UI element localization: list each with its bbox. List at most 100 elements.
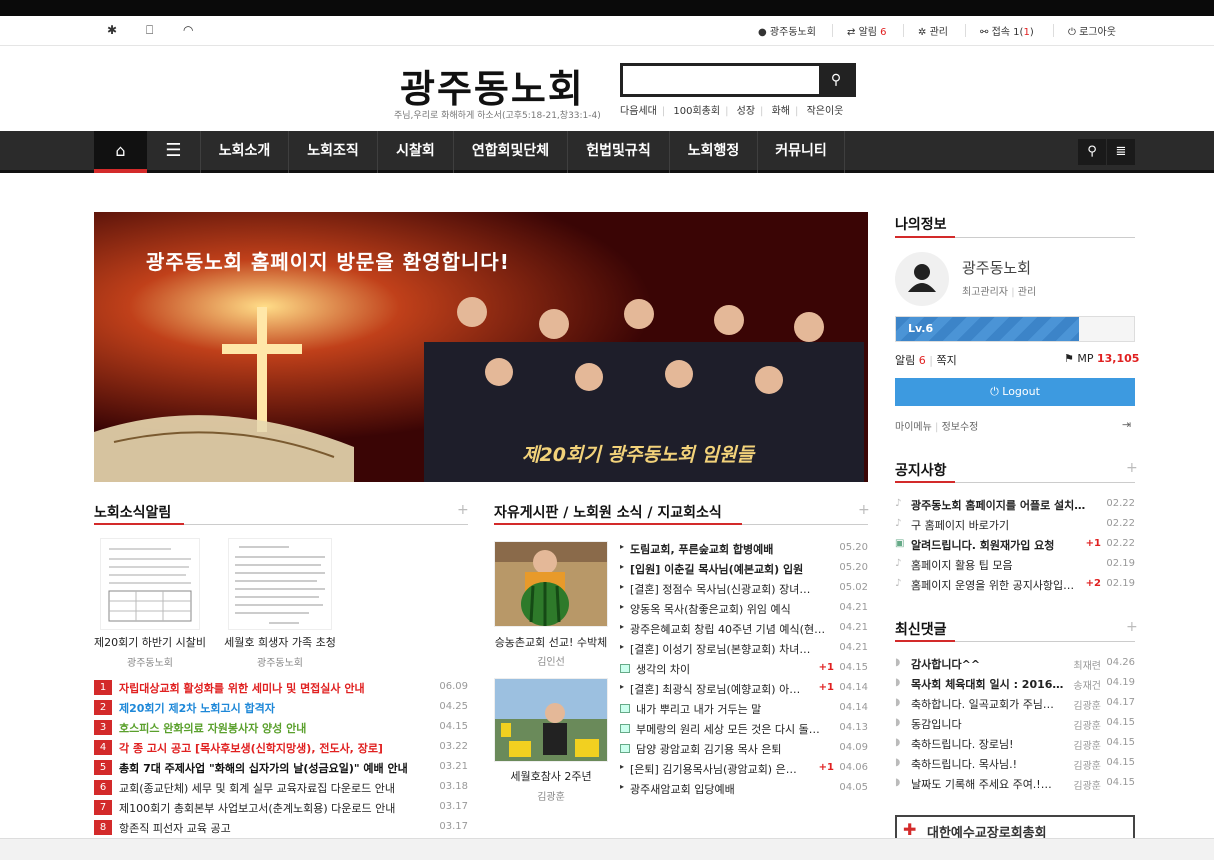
logout-button[interactable]: ⏻ Logout (895, 378, 1135, 406)
news-list-item[interactable]: 2 제20회기 제2차 노회고시 합격자 04.25 (94, 698, 468, 718)
board-list-item[interactable]: ▸ [결혼] 정점수 목사님(신광교회) 장녀… 05.02 (620, 579, 868, 599)
quick-link[interactable]: 다음세대 (620, 106, 657, 117)
comment-list-item[interactable]: ◗ 축하드립니다. 장로님! 김광훈 04.15 (895, 734, 1135, 754)
board-thumb-caption[interactable]: 승농촌교회 선교! 수박체 (490, 634, 612, 650)
bookmark-icon[interactable]: ⎕ (146, 23, 153, 38)
search-input[interactable] (627, 69, 817, 91)
notice-more-button[interactable]: + (1126, 460, 1138, 476)
bottom-side-banner[interactable]: ✚ 대한예수교장로회총회 (895, 815, 1135, 838)
cross-icon (257, 307, 267, 432)
nav-item[interactable]: 연합회및단체 (453, 131, 567, 173)
divider (832, 24, 833, 37)
site-logo[interactable]: 광주동노회 (400, 58, 585, 113)
util-online-count: 1 (1013, 27, 1020, 38)
main-banner[interactable]: 광주동노회 홈페이지 방문을 환영합니다! 제20회기 광주동노회 임원들 (94, 212, 868, 482)
nav-item[interactable]: 헌법및규칙 (567, 131, 669, 173)
myinfo-alarm-link[interactable]: 알림 (895, 354, 915, 367)
edit-profile-link[interactable]: 정보수정 (942, 422, 979, 433)
comment-list-item[interactable]: ◗ 축하합니다. 일곡교회가 주님… 김광훈 04.17 (895, 694, 1135, 714)
notice-title[interactable]: 공지사항 (895, 460, 947, 480)
notice-list-item[interactable]: ♪ 구 홈페이지 바로가기 02.22 (895, 515, 1135, 535)
gallery-caption[interactable]: 제20회기 하반기 시찰비 (92, 634, 208, 650)
notice-list-item[interactable]: ♪ 광주동노회 홈페이지를 어플로 설치… 02.22 (895, 495, 1135, 515)
nav-item[interactable]: 노회조직 (288, 131, 377, 173)
board-list-item[interactable]: 생각의 차이 +1 04.15 (620, 659, 868, 679)
nav-item[interactable]: 커뮤니티 (757, 131, 845, 173)
divider: | (795, 106, 799, 117)
gallery-caption[interactable]: 세월호 희생자 가족 초청 (218, 634, 342, 650)
board-list-item[interactable]: ▸ [결혼] 최광식 장로님(예향교회) 아… +1 04.14 (620, 679, 868, 699)
comment-list-item[interactable]: ◗ 축하드립니다. 목사님.! 김광훈 04.15 (895, 754, 1135, 774)
nav-list-button[interactable]: ≣ (1107, 139, 1135, 165)
board-list-item[interactable]: ▸ [결혼] 이성기 장로님(본향교회) 차녀… 04.21 (620, 639, 868, 659)
comment-list-item[interactable]: ◗ 동감입니다 김광훈 04.15 (895, 714, 1135, 734)
comments-title[interactable]: 최신댓글 (895, 619, 947, 639)
myinfo-memo-link[interactable]: 쪽지 (936, 354, 956, 367)
notice-list-item[interactable]: ♪ 홈페이지 활용 팁 모음 02.19 (895, 555, 1135, 575)
profile-admin-link[interactable]: 관리 (1018, 287, 1036, 298)
board-list-item[interactable]: ▸ 양동옥 목사(참좋은교회) 위임 예식 04.21 (620, 599, 868, 619)
news-item-date: 04.25 (439, 701, 468, 712)
board-thumb[interactable] (494, 678, 608, 762)
board-item-title: 담양 광암교회 김기용 목사 은퇴 (636, 743, 782, 756)
util-logout-label: 로그아웃 (1079, 27, 1116, 38)
util-alarm-link[interactable]: ⇄ 알림 6 (847, 23, 887, 38)
board-item-title: [입원] 이춘길 목사님(예본교회) 입원 (630, 563, 804, 576)
news-list-item[interactable]: 8 항존직 피선자 교육 공고 03.17 (94, 818, 468, 838)
news-list-item[interactable]: 5 총회 7대 주제사업 "화해의 십자가의 날(성금요일)" 예배 안내 03.2… (94, 758, 468, 778)
util-admin-link[interactable]: ✲ 관리 (918, 23, 948, 38)
notice-list-item[interactable]: ▣ 알려드립니다. 회원재가입 요청 +1 02.22 (895, 535, 1135, 555)
util-online-link[interactable]: ⚯ 접속 1(1) (980, 23, 1034, 38)
nav-item[interactable]: 노회행정 (669, 131, 757, 173)
board-thumb-caption[interactable]: 세월호참사 2주년 (490, 768, 612, 784)
board-list-item[interactable]: ▸ [은퇴] 김기용목사님(광암교회) 은… +1 04.06 (620, 759, 868, 779)
search-button[interactable]: ⚲ (819, 66, 853, 94)
bell-icon: ♪ (895, 518, 902, 529)
gallery-thumb[interactable] (100, 538, 200, 630)
comment-list-item[interactable]: ◗ 날짜도 기록해 주세요 주여.!… 김광훈 04.15 (895, 774, 1135, 794)
board-title[interactable]: 자유게시판 / 노회원 소식 / 지교회소식 (494, 502, 722, 522)
news-more-button[interactable]: + (457, 502, 469, 518)
nav-item[interactable]: 노회소개 (200, 131, 288, 173)
comment-text: 동감입니다 (911, 718, 962, 731)
nav-menu-button[interactable]: ☰ (147, 131, 200, 173)
sign-out-icon[interactable]: ⇥ (1122, 418, 1131, 431)
comment-author: 김광훈 (1073, 701, 1101, 712)
news-title[interactable]: 노회소식알림 (94, 502, 171, 522)
board-list-item[interactable]: 부메랑의 원리 세상 모든 것은 다시 돌… 04.13 (620, 719, 868, 739)
comments-more-button[interactable]: + (1126, 619, 1138, 635)
comment-list-item[interactable]: ◗ 감사합니다^^ 최재련 04.26 (895, 654, 1135, 674)
board-list-item[interactable]: ▸ [입원] 이춘길 목사님(예본교회) 입원 05.20 (620, 559, 868, 579)
memorial-photo (495, 679, 607, 761)
board-list-item[interactable]: ▸ 도림교회, 푸른숲교회 합병예배 05.20 (620, 539, 868, 559)
rss-icon[interactable]: ◠ (183, 23, 193, 37)
divider: | (760, 106, 764, 117)
gallery-thumb[interactable] (228, 538, 332, 630)
nav-item[interactable]: 시찰회 (377, 131, 453, 173)
bug-icon[interactable]: ✱ (107, 23, 117, 37)
quick-link[interactable]: 화해 (772, 106, 790, 117)
util-logout-link[interactable]: ⏻ 로그아웃 (1068, 23, 1116, 38)
news-list-item[interactable]: 6 교회(종교단체) 세무 및 회계 실무 교육자료집 다운로드 안내 03.18 (94, 778, 468, 798)
board-thumb[interactable] (494, 541, 608, 627)
avatar[interactable] (895, 252, 949, 306)
quick-link[interactable]: 성장 (737, 106, 755, 117)
nav-home-button[interactable]: ⌂ (94, 131, 147, 173)
board-list-item[interactable]: 담양 광암교회 김기용 목사 은퇴 04.09 (620, 739, 868, 759)
board-list-item[interactable]: ▸ 광주새암교회 입당예배 04.05 (620, 779, 868, 799)
quick-link[interactable]: 100회총회 (673, 106, 720, 117)
board-list-item[interactable]: 내가 뿌리고 내가 거두는 말 04.14 (620, 699, 868, 719)
mymenu-link[interactable]: 마이메뉴 (895, 422, 932, 433)
news-list-item[interactable]: 7 제100회기 총회본부 사업보고서(춘계노회용) 다운로드 안내 03.17 (94, 798, 468, 818)
board-more-button[interactable]: + (858, 502, 870, 518)
news-list-item[interactable]: 4 각 종 고시 공고 [목사후보생(신학지망생), 전도사, 장로] 03.22 (94, 738, 468, 758)
news-list-item[interactable]: 3 호스피스 완화의료 자원봉사자 양성 안내 04.15 (94, 718, 468, 738)
notice-list-item[interactable]: ♪ 홈페이지 운영을 위한 공지사항입… +2 02.19 (895, 575, 1135, 595)
util-user-link[interactable]: ● 광주동노회 (758, 23, 816, 38)
quick-link[interactable]: 작은이웃 (807, 106, 844, 117)
comment-list-item[interactable]: ◗ 목사회 체육대회 일시 : 2016… 송재건 04.19 (895, 674, 1135, 694)
board-list-item[interactable]: ▸ 광주은혜교회 창립 40주년 기념 예식(현… 04.21 (620, 619, 868, 639)
nav-search-button[interactable]: ⚲ (1078, 139, 1106, 165)
title-underline (895, 481, 955, 483)
news-list-item[interactable]: 1 자립대상교회 활성화를 위한 세미나 및 면접실사 안내 06.09 (94, 678, 468, 698)
